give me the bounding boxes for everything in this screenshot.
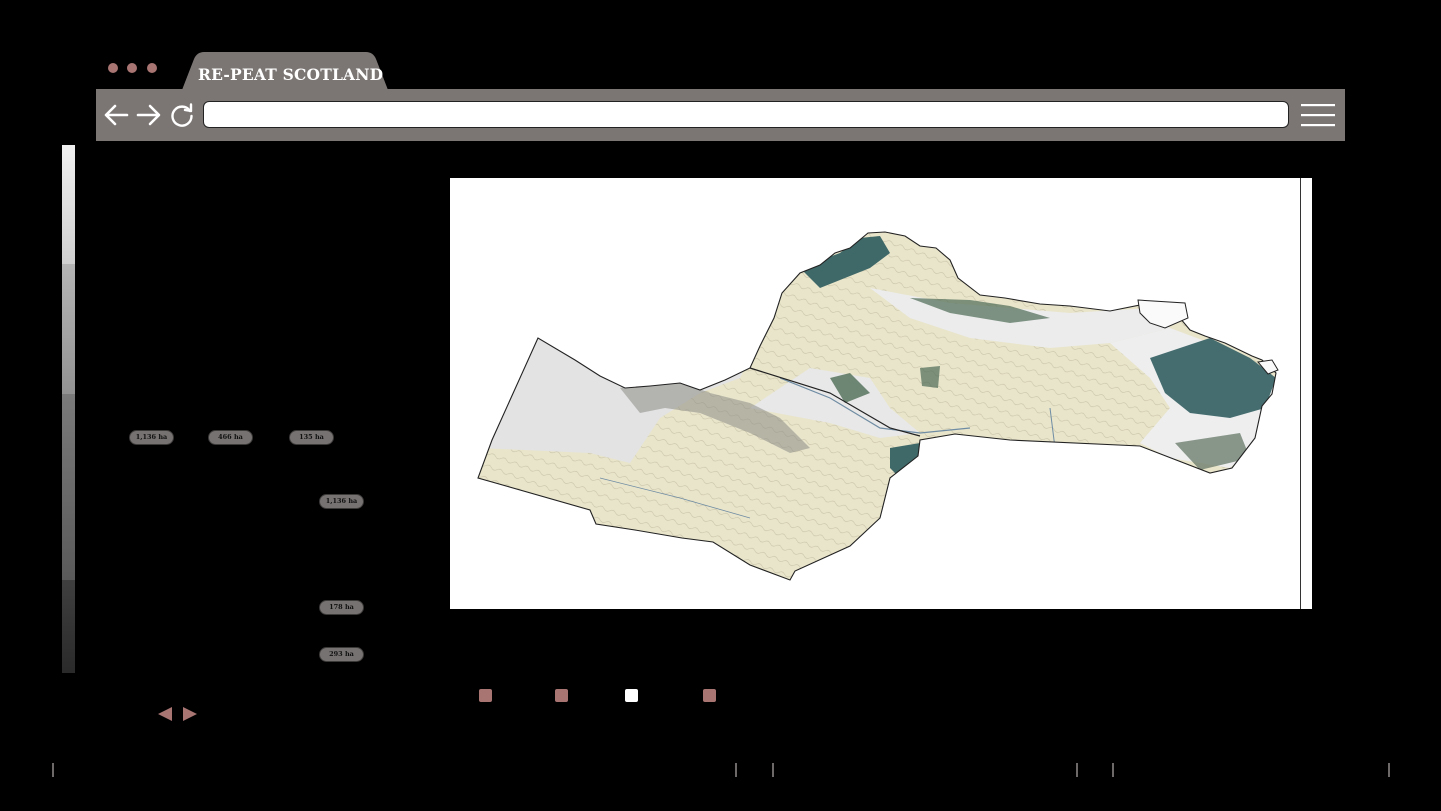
back-arrow-icon[interactable] xyxy=(102,101,130,129)
timeline-tick xyxy=(52,763,54,777)
timeline-tick xyxy=(735,763,737,777)
browser-tab[interactable]: RE-PEAT SCOTLAND xyxy=(182,52,388,90)
window-dot-close[interactable] xyxy=(108,63,118,73)
scale-bar-segment-2 xyxy=(62,264,75,394)
area-label-pill: 135 ha xyxy=(289,430,334,445)
area-label-pill: 466 ha xyxy=(208,430,253,445)
timeline-tick xyxy=(1112,763,1114,777)
window-dot-maximize[interactable] xyxy=(147,63,157,73)
terrain-map[interactable] xyxy=(450,178,1312,609)
tab-title: RE-PEAT SCOTLAND xyxy=(198,65,384,84)
legend-square[interactable] xyxy=(555,689,568,702)
timeline-tick xyxy=(1076,763,1078,777)
area-label-pill: 1,136 ha xyxy=(129,430,174,445)
prev-triangle-icon[interactable] xyxy=(157,706,173,722)
area-label-pill: 293 ha xyxy=(319,647,364,662)
legend-square[interactable] xyxy=(703,689,716,702)
hamburger-menu-icon[interactable] xyxy=(1300,103,1336,127)
scale-bar-segment-1 xyxy=(62,145,75,264)
forward-arrow-icon[interactable] xyxy=(135,101,163,129)
area-label-pill: 1,136 ha xyxy=(319,494,364,509)
next-triangle-icon[interactable] xyxy=(182,706,198,722)
area-label-pill: 178 ha xyxy=(319,600,364,615)
reload-icon[interactable] xyxy=(168,101,196,129)
timeline-tick xyxy=(1388,763,1390,777)
legend-square[interactable] xyxy=(479,689,492,702)
window-dot-minimize[interactable] xyxy=(127,63,137,73)
map-divider xyxy=(1300,178,1301,609)
scale-bar-segment-4 xyxy=(62,580,75,673)
legend-square-selected[interactable] xyxy=(625,689,638,702)
scale-bar-segment-3 xyxy=(62,394,75,580)
timeline-tick xyxy=(772,763,774,777)
address-bar-input[interactable] xyxy=(203,101,1289,128)
